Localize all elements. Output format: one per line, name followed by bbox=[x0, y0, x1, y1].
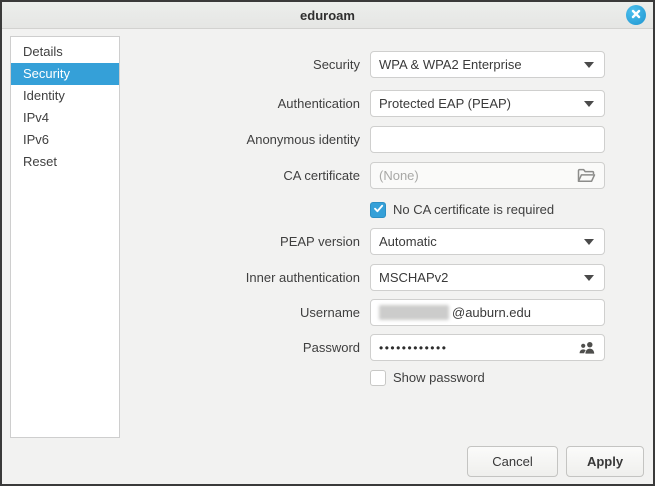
username-label: Username bbox=[300, 305, 360, 320]
dialog-footer: Cancel Apply bbox=[467, 446, 644, 477]
peap-version-label: PEAP version bbox=[280, 234, 360, 249]
no-ca-required-label: No CA certificate is required bbox=[393, 202, 555, 217]
password-row: Password •••••••••••• bbox=[132, 334, 605, 361]
folder-open-icon[interactable] bbox=[571, 163, 596, 188]
username-row: Username @auburn.edu bbox=[132, 299, 605, 326]
window-title: eduroam bbox=[300, 7, 355, 23]
apply-button[interactable]: Apply bbox=[566, 446, 644, 477]
users-icon[interactable] bbox=[572, 335, 596, 360]
checkmark-icon bbox=[373, 201, 384, 219]
password-label: Password bbox=[302, 340, 360, 355]
chevron-down-icon bbox=[584, 238, 594, 245]
close-icon bbox=[631, 6, 641, 24]
redacted-username bbox=[379, 305, 449, 320]
anonymous-identity-field-wrap bbox=[370, 126, 605, 153]
password-input[interactable]: •••••••••••• bbox=[370, 334, 605, 361]
password-dots: •••••••••••• bbox=[379, 340, 448, 355]
titlebar: eduroam bbox=[2, 2, 653, 29]
no-ca-required-checkbox[interactable] bbox=[370, 201, 386, 219]
peap-version-dropdown-value: Automatic bbox=[379, 234, 437, 249]
chevron-down-icon bbox=[584, 274, 594, 281]
sidebar-item-identity[interactable]: Identity bbox=[11, 85, 119, 107]
security-row: Security WPA & WPA2 Enterprise bbox=[132, 51, 605, 78]
show-password-label: Show password bbox=[393, 370, 485, 385]
ca-certificate-value: (None) bbox=[379, 168, 419, 183]
settings-sidebar: Details Security Identity IPv4 IPv6 Rese… bbox=[10, 36, 120, 438]
username-domain-text: @auburn.edu bbox=[452, 305, 531, 320]
authentication-dropdown-value: Protected EAP (PEAP) bbox=[379, 96, 511, 111]
authentication-label: Authentication bbox=[277, 96, 360, 111]
security-dropdown[interactable]: WPA & WPA2 Enterprise bbox=[370, 51, 605, 78]
anonymous-identity-label: Anonymous identity bbox=[246, 132, 360, 147]
authentication-row: Authentication Protected EAP (PEAP) bbox=[132, 90, 605, 117]
close-button[interactable] bbox=[626, 5, 646, 25]
peap-version-row: PEAP version Automatic bbox=[132, 228, 605, 255]
wifi-settings-dialog: eduroam Details Security Identity IPv4 I… bbox=[0, 0, 655, 486]
no-ca-required-row: No CA certificate is required bbox=[370, 201, 605, 218]
anonymous-identity-input[interactable] bbox=[371, 127, 604, 152]
anonymous-identity-row: Anonymous identity bbox=[132, 126, 605, 153]
inner-authentication-dropdown-value: MSCHAPv2 bbox=[379, 270, 449, 285]
username-input[interactable]: @auburn.edu bbox=[370, 299, 605, 326]
cancel-button[interactable]: Cancel bbox=[467, 446, 558, 477]
security-dropdown-value: WPA & WPA2 Enterprise bbox=[379, 57, 522, 72]
security-form: Security WPA & WPA2 Enterprise Authentic… bbox=[132, 51, 605, 386]
ca-certificate-label: CA certificate bbox=[283, 168, 360, 183]
sidebar-item-ipv6[interactable]: IPv6 bbox=[11, 129, 119, 151]
inner-authentication-dropdown[interactable]: MSCHAPv2 bbox=[370, 264, 605, 291]
ca-certificate-picker[interactable]: (None) bbox=[370, 162, 605, 189]
peap-version-dropdown[interactable]: Automatic bbox=[370, 228, 605, 255]
inner-authentication-label: Inner authentication bbox=[245, 270, 360, 285]
sidebar-item-security[interactable]: Security bbox=[11, 63, 119, 85]
sidebar-item-reset[interactable]: Reset bbox=[11, 151, 119, 173]
sidebar-item-details[interactable]: Details bbox=[11, 41, 119, 63]
show-password-row: Show password bbox=[370, 369, 605, 386]
sidebar-item-ipv4[interactable]: IPv4 bbox=[11, 107, 119, 129]
inner-authentication-row: Inner authentication MSCHAPv2 bbox=[132, 264, 605, 291]
security-label: Security bbox=[313, 57, 360, 72]
authentication-dropdown[interactable]: Protected EAP (PEAP) bbox=[370, 90, 605, 117]
ca-certificate-row: CA certificate (None) bbox=[132, 162, 605, 189]
show-password-checkbox[interactable] bbox=[370, 369, 386, 386]
chevron-down-icon bbox=[584, 100, 594, 107]
chevron-down-icon bbox=[584, 61, 594, 68]
